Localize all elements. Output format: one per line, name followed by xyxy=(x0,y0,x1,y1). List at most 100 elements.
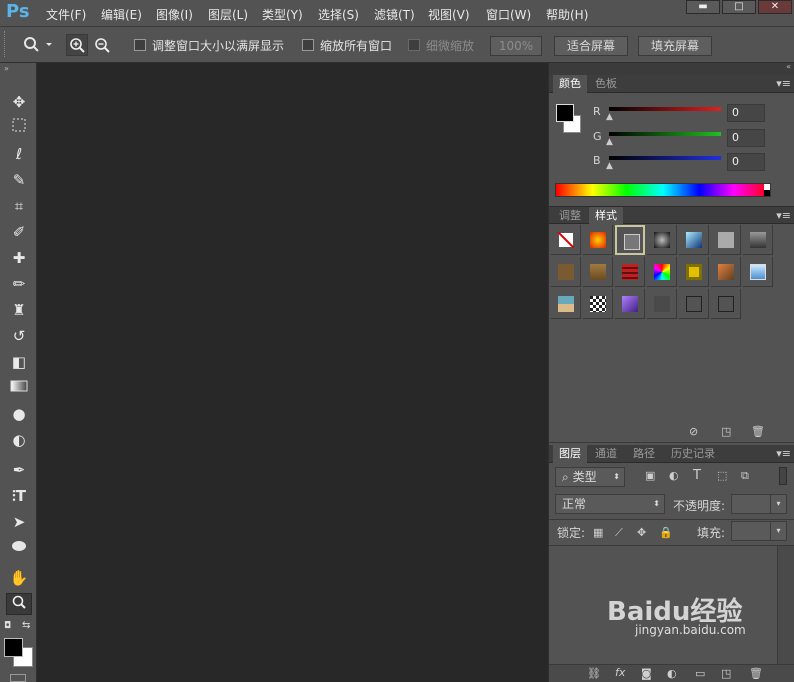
history-brush-tool-icon[interactable]: ↺ xyxy=(6,325,32,347)
channel-b-handle[interactable]: ▲ xyxy=(606,161,613,171)
tab-layers[interactable]: 图层 xyxy=(553,445,587,463)
style-blue-glass[interactable] xyxy=(679,225,709,255)
style-multicolor[interactable] xyxy=(647,257,677,287)
swap-colors-icon[interactable]: ⇆ xyxy=(22,620,30,631)
type-tool-icon[interactable]: ⫶T xyxy=(6,485,32,507)
minimize-button[interactable]: ▬ xyxy=(686,0,720,14)
link-layers-icon[interactable]: ⛓ xyxy=(587,667,601,680)
menu-help[interactable]: 帮助(H) xyxy=(546,6,588,23)
zoom-in-icon[interactable] xyxy=(66,34,88,56)
tab-swatches[interactable]: 色板 xyxy=(589,75,623,93)
document-canvas[interactable] xyxy=(38,63,546,682)
tab-adjustments[interactable]: 调整 xyxy=(553,207,587,225)
blur-tool-icon[interactable]: ● xyxy=(6,403,32,425)
style-dark-chrome[interactable] xyxy=(647,225,677,255)
tab-color[interactable]: 颜色 xyxy=(553,75,587,93)
panel-menu-icon[interactable]: ▾≡ xyxy=(776,77,791,90)
menu-file[interactable]: 文件(F) xyxy=(46,6,86,23)
color-foreground-swatch[interactable] xyxy=(556,104,574,122)
adjustment-layer-icon[interactable]: ◐ xyxy=(667,667,677,680)
eyedropper-tool-icon[interactable]: ✐ xyxy=(6,221,32,243)
dodge-tool-icon[interactable]: ◐ xyxy=(6,429,32,451)
clear-style-icon[interactable]: ⊘ xyxy=(689,425,698,438)
style-purple[interactable] xyxy=(615,289,645,319)
new-style-icon[interactable]: ◳ xyxy=(721,425,731,438)
channel-r-handle[interactable]: ▲ xyxy=(606,112,613,122)
style-dark-gradient[interactable] xyxy=(743,225,773,255)
fill-input[interactable]: ▾ xyxy=(731,521,787,541)
style-checker[interactable] xyxy=(583,289,613,319)
panel-menu-icon[interactable]: ▾≡ xyxy=(776,209,791,222)
tab-history[interactable]: 历史记录 xyxy=(665,445,721,463)
collapse-tools-icon[interactable]: » xyxy=(4,64,9,73)
menu-filter[interactable]: 滤镜(T) xyxy=(374,6,415,23)
style-red-stripes[interactable] xyxy=(615,257,645,287)
lock-position-icon[interactable]: ✥ xyxy=(637,526,646,539)
filter-adjustment-icon[interactable]: ◐ xyxy=(669,469,679,482)
pen-tool-icon[interactable]: ✒ xyxy=(6,459,32,481)
menu-type[interactable]: 类型(Y) xyxy=(262,6,303,23)
hand-tool-icon[interactable]: ✋ xyxy=(6,567,32,589)
channel-r-value[interactable]: 0 xyxy=(727,104,765,122)
menu-edit[interactable]: 编辑(E) xyxy=(101,6,142,23)
tab-channels[interactable]: 通道 xyxy=(589,445,623,463)
style-yellow-frame[interactable] xyxy=(679,257,709,287)
quick-mask-icon[interactable] xyxy=(10,674,26,682)
delete-style-icon[interactable]: 🗑 xyxy=(751,425,765,438)
style-red-glow[interactable] xyxy=(583,225,613,255)
opacity-input[interactable]: ▾ xyxy=(731,494,787,514)
filter-toggle[interactable] xyxy=(779,467,787,485)
style-sky-blue[interactable] xyxy=(743,257,773,287)
style-landscape[interactable] xyxy=(551,289,581,319)
default-colors-icon[interactable]: ◘ xyxy=(4,621,11,631)
panel-menu-icon[interactable]: ▾≡ xyxy=(776,447,791,460)
channel-g-handle[interactable]: ▲ xyxy=(606,137,613,147)
channel-b-slider[interactable] xyxy=(609,156,721,160)
zoom-100-button[interactable]: 100% xyxy=(490,36,542,56)
menu-select[interactable]: 选择(S) xyxy=(318,6,359,23)
channel-b-value[interactable]: 0 xyxy=(727,153,765,171)
tab-styles[interactable]: 样式 xyxy=(589,207,623,225)
style-outline-1[interactable] xyxy=(679,289,709,319)
gradient-tool-icon[interactable] xyxy=(6,377,32,399)
style-brown-1[interactable] xyxy=(551,257,581,287)
style-outline-2[interactable] xyxy=(711,289,741,319)
menu-image[interactable]: 图像(I) xyxy=(156,6,193,23)
restore-button[interactable]: □ xyxy=(722,0,756,14)
move-tool-icon[interactable]: ✥ xyxy=(6,91,32,113)
close-button[interactable]: ✕ xyxy=(758,0,792,14)
color-spectrum-bar[interactable] xyxy=(555,183,771,197)
fill-screen-button[interactable]: 填充屏幕 xyxy=(638,36,712,56)
lock-all-icon[interactable]: 🔒 xyxy=(659,526,673,539)
filter-smart-object-icon[interactable]: ⧉ xyxy=(741,469,749,483)
grip-handle[interactable] xyxy=(4,31,8,57)
path-selection-tool-icon[interactable]: ➤ xyxy=(6,511,32,533)
spectrum-black-swatch[interactable] xyxy=(764,190,770,196)
brush-tool-icon[interactable]: ✏ xyxy=(6,273,32,295)
healing-brush-tool-icon[interactable]: ✚ xyxy=(6,247,32,269)
lock-transparent-icon[interactable]: ▦ xyxy=(593,526,603,539)
fx-icon[interactable]: fx xyxy=(615,666,625,679)
delete-layer-icon[interactable]: 🗑 xyxy=(749,667,763,680)
filter-pixel-icon[interactable]: ▣ xyxy=(645,469,655,482)
collapse-dock-icon[interactable]: « xyxy=(786,62,791,71)
zoom-tool-preset-icon[interactable] xyxy=(22,35,52,56)
channel-g-value[interactable]: 0 xyxy=(727,129,765,147)
style-none[interactable] xyxy=(551,225,581,255)
style-gray-bevel[interactable] xyxy=(615,225,645,255)
lasso-tool-icon[interactable]: ℓ xyxy=(6,143,32,165)
blend-mode-select[interactable]: 正常 ⬍ xyxy=(555,494,665,514)
channel-g-slider[interactable] xyxy=(609,132,721,136)
eraser-tool-icon[interactable]: ◧ xyxy=(6,351,32,373)
filter-shape-icon[interactable]: ⬚ xyxy=(717,469,727,482)
chevron-down-icon[interactable]: ▾ xyxy=(770,522,786,540)
new-layer-icon[interactable]: ◳ xyxy=(721,667,731,680)
filter-type-icon[interactable]: T xyxy=(693,468,701,483)
chevron-down-icon[interactable]: ▾ xyxy=(770,495,786,513)
zoom-all-checkbox[interactable] xyxy=(302,39,314,51)
new-group-icon[interactable]: ▭ xyxy=(695,667,705,680)
menu-layer[interactable]: 图层(L) xyxy=(208,6,248,23)
add-mask-icon[interactable]: ◙ xyxy=(641,667,652,680)
ellipse-tool-icon[interactable] xyxy=(6,537,32,559)
clone-stamp-tool-icon[interactable]: ♜ xyxy=(6,299,32,321)
